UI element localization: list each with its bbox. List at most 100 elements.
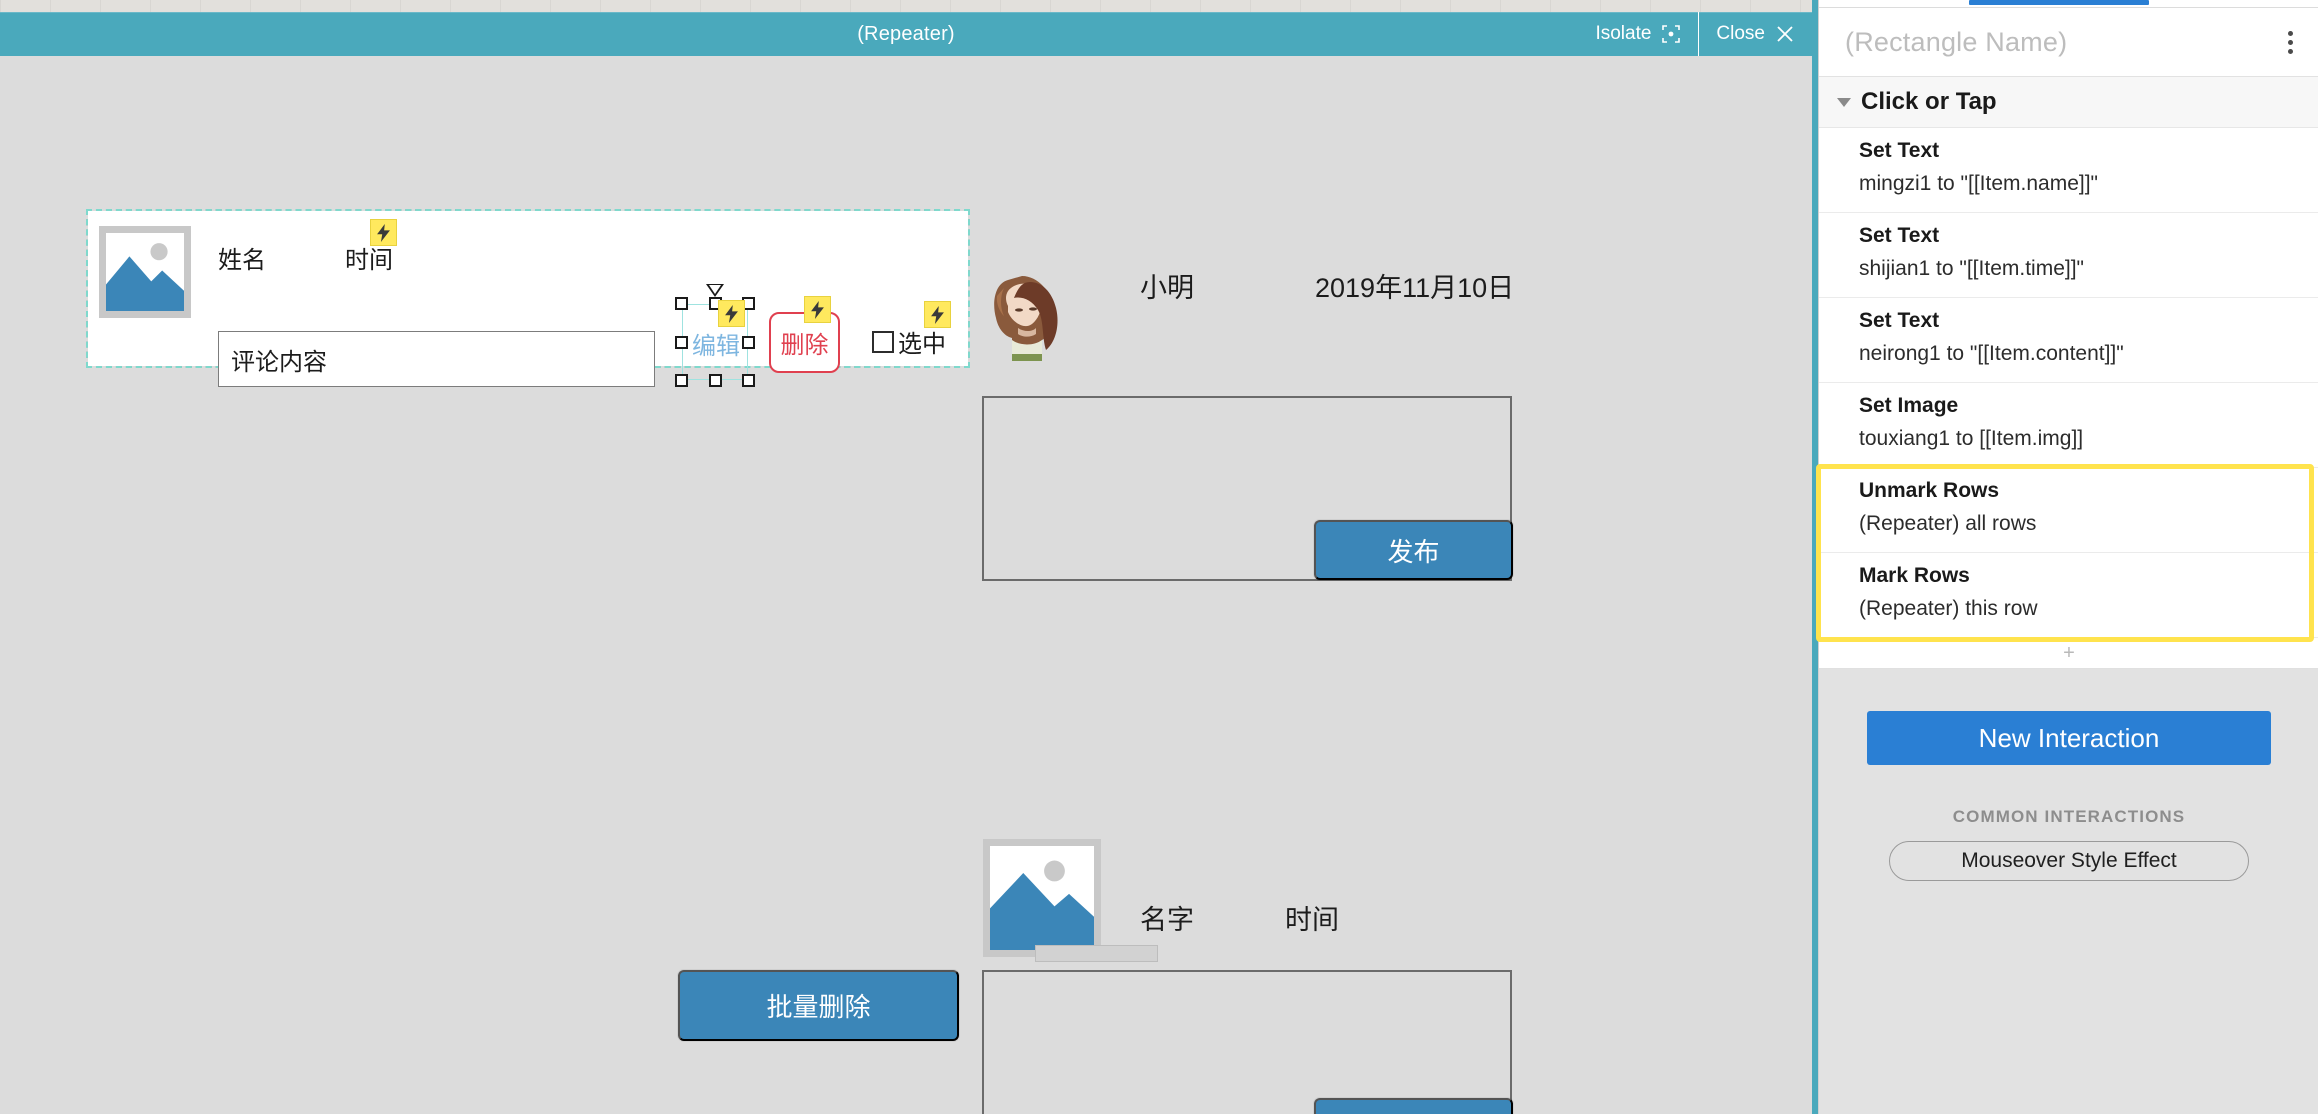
aixure-editor-window: (Repeater) Isolate Close 姓名 时间 评论内容 编辑 删… [0, 0, 2318, 1114]
interaction-bolt-icon-delete[interactable] [804, 296, 831, 323]
ruler-tick [1350, 0, 1351, 12]
ruler-tick [750, 0, 751, 12]
ruler-tick [1450, 0, 1451, 12]
ruler-tick [1150, 0, 1151, 12]
ruler-tick [500, 0, 501, 12]
highlighted-actions-group: Unmark Rows (Repeater) all rows Mark Rows (… [1816, 464, 2318, 642]
action-title: Set Text [1859, 224, 1940, 247]
user-avatar-image[interactable] [978, 266, 1078, 361]
action-title: Unmark Rows [1859, 479, 2000, 502]
ruler-tick [1550, 0, 1551, 12]
ruler-tick [1300, 0, 1301, 12]
action-title: Set Text [1859, 309, 1940, 332]
handle-w[interactable] [675, 336, 688, 349]
ruler-tick [1750, 0, 1751, 12]
panel-footer: New Interaction COMMON INTERACTIONS Mous… [1819, 669, 2318, 1114]
comment-content-field[interactable]: 评论内容 [218, 331, 655, 387]
preview-date: 2019年11月10日 [1315, 273, 1515, 303]
template-content-box[interactable] [982, 970, 1512, 1114]
widget-name-input[interactable]: (Rectangle Name) [1845, 27, 2275, 58]
action-detail: neirong1 to "[[Item.content]]" [1859, 342, 2124, 365]
ruler-tick [150, 0, 151, 12]
interaction-bolt-icon-select[interactable] [924, 301, 951, 328]
panel-header: (Rectangle Name) [1819, 8, 2318, 77]
ruler-tick [1250, 0, 1251, 12]
ruler-tick [550, 0, 551, 12]
ruler-tick [1800, 0, 1801, 12]
event-name: Click or Tap [1861, 88, 1997, 115]
ruler-tick [250, 0, 251, 12]
action-list: Set Text mingzi1 to "[[Item.name]]" Set Te… [1816, 128, 2318, 642]
action-row[interactable]: Set Text shijian1 to "[[Item.time]]" [1819, 213, 2318, 298]
ruler-tick [1000, 0, 1001, 12]
action-detail: shijian1 to "[[Item.time]]" [1859, 257, 2084, 280]
rotate-handle[interactable] [706, 284, 724, 297]
ruler-tick [1500, 0, 1501, 12]
common-interaction-mouseover-style-effect[interactable]: Mouseover Style Effect [1889, 841, 2249, 881]
handle-nw[interactable] [675, 297, 688, 310]
add-action-row[interactable]: + [1819, 638, 2318, 669]
ruler-tick [600, 0, 601, 12]
ruler-tick [850, 0, 851, 12]
template-name-label: 名字 [1140, 905, 1194, 935]
action-title: Mark Rows [1859, 564, 1970, 587]
panel-tabstrip[interactable] [1819, 0, 2318, 8]
isolation-title: (Repeater) [857, 22, 955, 45]
design-canvas[interactable]: 姓名 时间 评论内容 编辑 删除 选中 小明 2019年11月10日 发布 名字… [0, 56, 1812, 1114]
update-button[interactable]: 更新 [1314, 1098, 1513, 1114]
action-detail: mingzi1 to "[[Item.name]]" [1859, 172, 2098, 195]
interaction-bolt-icon-time[interactable] [370, 219, 397, 246]
ruler-tick [1400, 0, 1401, 12]
panel-more-options-icon[interactable] [2275, 25, 2305, 59]
ruler-tick [50, 0, 51, 12]
ruler-tick [350, 0, 351, 12]
select-checkbox-group[interactable]: 选中 [872, 324, 946, 359]
template-time-label: 时间 [1285, 905, 1339, 935]
interactions-panel: (Rectangle Name) Click or Tap Set Text mi… [1816, 0, 2318, 1114]
isolation-mode-bar: (Repeater) Isolate Close [0, 12, 1812, 56]
ruler-tick [900, 0, 901, 12]
ruler-tick [300, 0, 301, 12]
ruler-tick [1600, 0, 1601, 12]
handle-s[interactable] [709, 374, 722, 387]
ruler-tick [1050, 0, 1051, 12]
action-title: Set Text [1859, 139, 1940, 162]
action-row[interactable]: Set Text neirong1 to "[[Item.content]]" [1819, 298, 2318, 383]
ruler-tick [800, 0, 801, 12]
handle-se[interactable] [742, 374, 755, 387]
select-checkbox[interactable] [872, 330, 894, 353]
action-detail: (Repeater) this row [1859, 597, 2038, 620]
batch-delete-button[interactable]: 批量删除 [678, 970, 959, 1041]
action-title: Set Image [1859, 394, 1959, 417]
ruler-tick [650, 0, 651, 12]
action-detail: touxiang1 to [[Item.img]] [1859, 427, 2084, 450]
ruler-tick [1650, 0, 1651, 12]
ruler-tick [400, 0, 401, 12]
name-label: 姓名 [218, 247, 266, 274]
interaction-bolt-icon-edit[interactable] [718, 300, 745, 327]
template-image-placeholder[interactable] [983, 839, 1101, 957]
action-row[interactable]: Unmark Rows (Repeater) all rows [1819, 468, 2318, 553]
ruler-tick [950, 0, 951, 12]
ruler-tick [1100, 0, 1101, 12]
ruler-tick [0, 0, 1, 12]
action-row[interactable]: Set Image touxiang1 to [[Item.img]] [1819, 383, 2318, 468]
publish-button[interactable]: 发布 [1314, 520, 1513, 580]
ruler-tick [450, 0, 451, 12]
select-checkbox-label: 选中 [898, 331, 946, 358]
event-header-click-or-tap[interactable]: Click or Tap [1819, 77, 2318, 128]
ruler-tick [100, 0, 101, 12]
template-chip [1035, 945, 1158, 962]
plus-icon: + [2063, 641, 2075, 664]
tab-interactions-indicator [1969, 0, 2149, 5]
ruler-tick [1700, 0, 1701, 12]
chevron-down-icon[interactable] [1837, 97, 1851, 107]
action-row[interactable]: Mark Rows (Repeater) this row [1819, 553, 2318, 638]
avatar-image-placeholder[interactable] [99, 226, 191, 318]
new-interaction-button[interactable]: New Interaction [1867, 711, 2271, 765]
edit-button[interactable]: 编辑 [688, 328, 744, 360]
ruler-tick [1200, 0, 1201, 12]
ruler-tick [700, 0, 701, 12]
handle-sw[interactable] [675, 374, 688, 387]
action-row[interactable]: Set Text mingzi1 to "[[Item.name]]" [1819, 128, 2318, 213]
